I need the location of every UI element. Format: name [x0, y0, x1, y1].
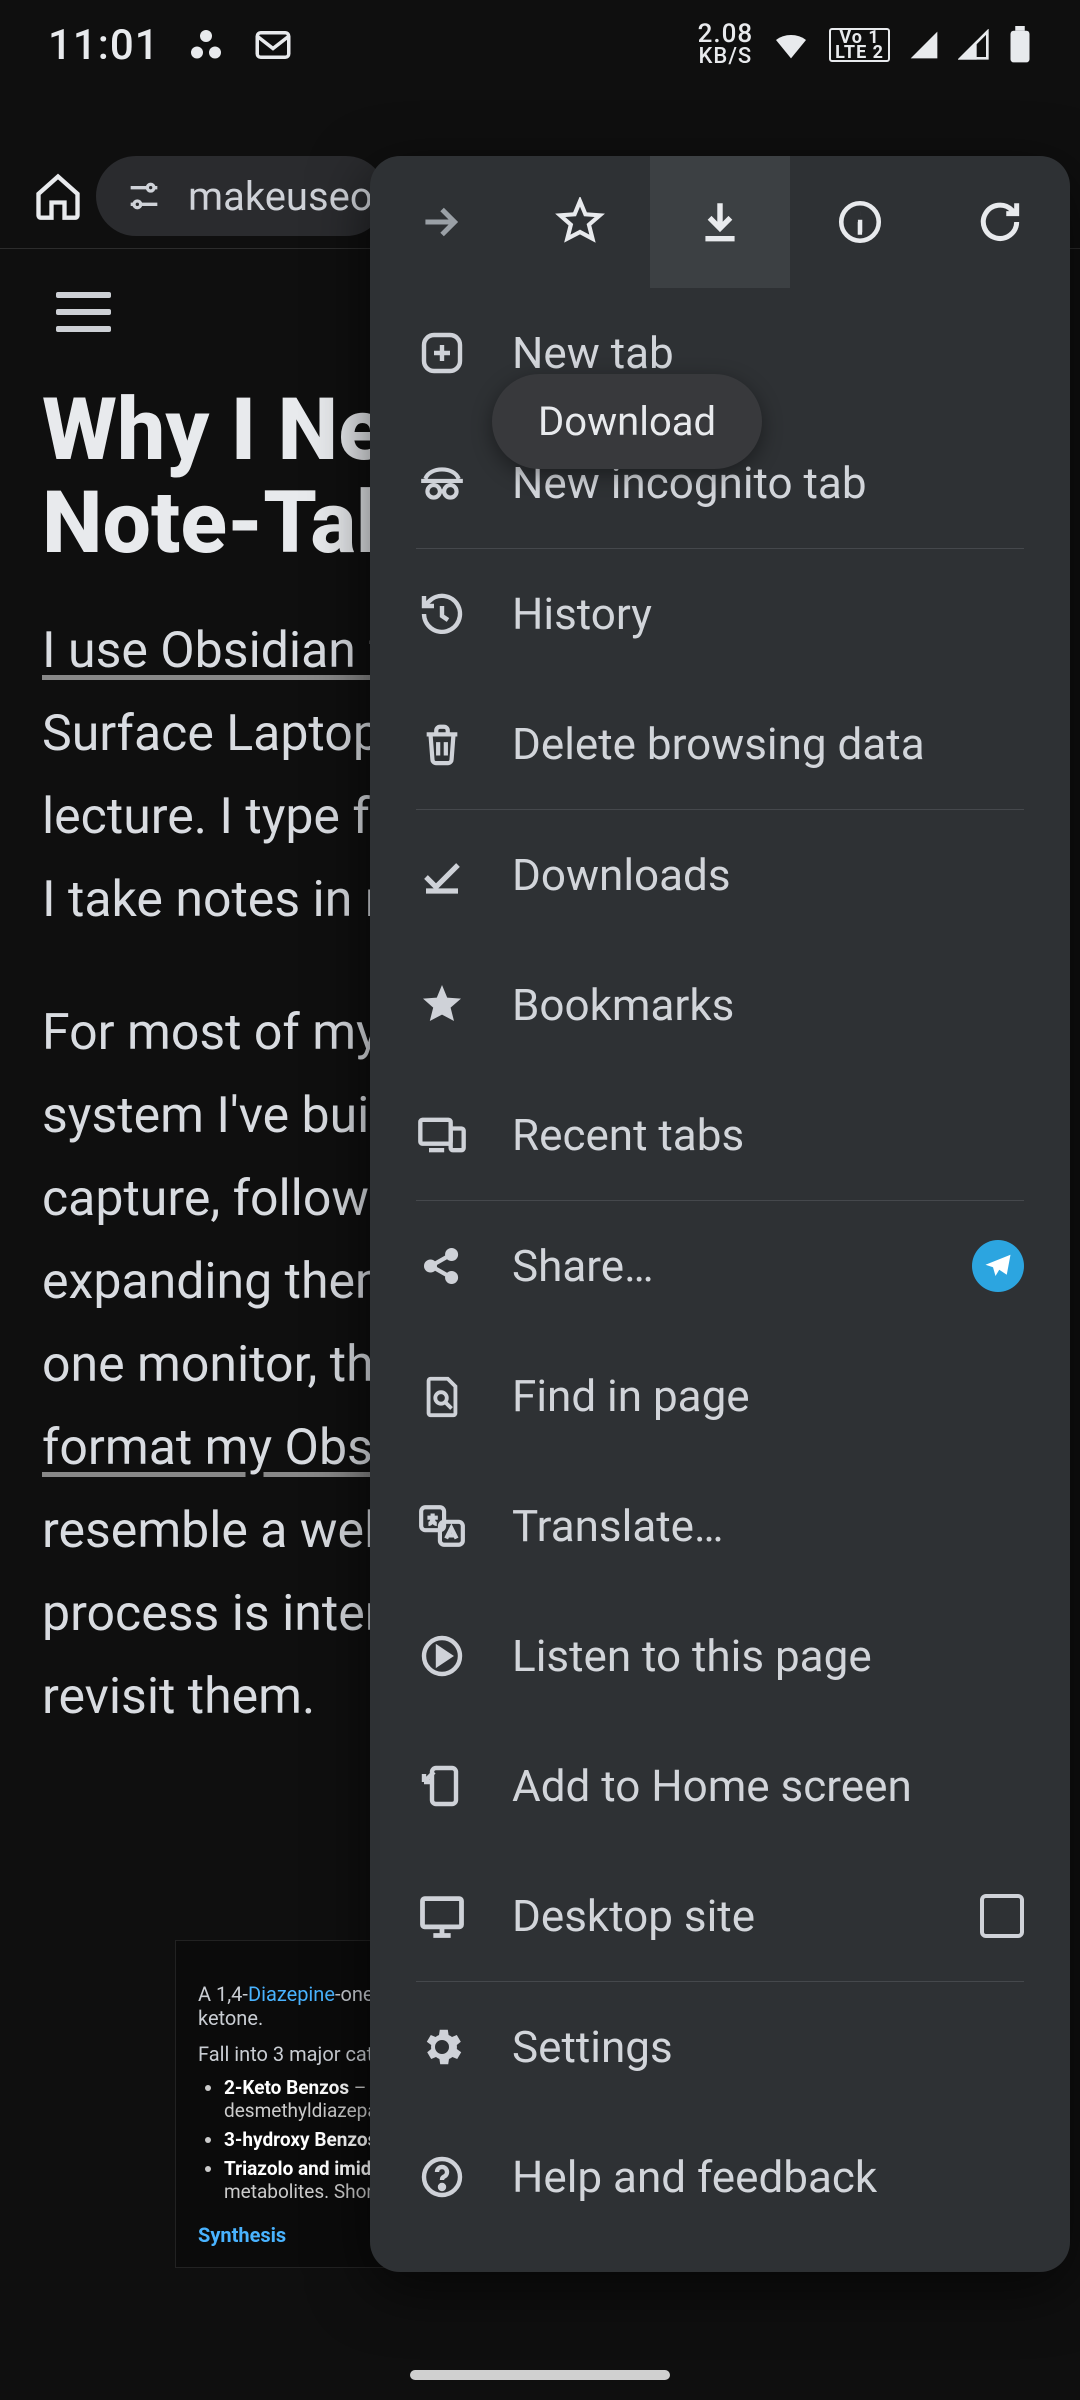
history-icon: [416, 588, 468, 640]
home-button[interactable]: [20, 158, 96, 234]
menu-icon-row: [370, 156, 1070, 288]
signal-2-icon: [958, 29, 990, 61]
site-tune-icon: [124, 176, 164, 216]
menu-item-delete-data[interactable]: Delete browsing data: [370, 679, 1070, 809]
bookmark-button[interactable]: [510, 156, 650, 288]
translate-icon: [416, 1500, 468, 1552]
help-icon: [416, 2151, 468, 2203]
download-button[interactable]: [650, 156, 790, 288]
menu-item-desktop-site[interactable]: Desktop site: [370, 1851, 1070, 1981]
forward-button[interactable]: [370, 156, 510, 288]
add-home-label: Add to Home screen: [512, 1760, 1024, 1812]
history-label: History: [512, 588, 1024, 640]
page-info-button[interactable]: [790, 156, 930, 288]
recent-tabs-label: Recent tabs: [512, 1109, 1024, 1161]
menu-item-help[interactable]: Help and feedback: [370, 2112, 1070, 2242]
menu-item-find-in-page[interactable]: Find in page: [370, 1331, 1070, 1461]
menu-item-bookmarks[interactable]: Bookmarks: [370, 940, 1070, 1070]
network-speed: 2.08 KB/S: [698, 23, 754, 66]
menu-item-settings[interactable]: Settings: [370, 1982, 1070, 2112]
app-indicator-icon: [188, 27, 224, 63]
settings-label: Settings: [512, 2021, 1024, 2073]
menu-item-listen[interactable]: Listen to this page: [370, 1591, 1070, 1721]
downloads-label: Downloads: [512, 849, 1024, 901]
menu-item-recent-tabs[interactable]: Recent tabs: [370, 1070, 1070, 1200]
find-in-page-icon: [416, 1370, 468, 1422]
wifi-icon: [771, 25, 811, 65]
menu-item-share[interactable]: Share…: [370, 1201, 1070, 1331]
download-tooltip: Download: [492, 374, 762, 469]
status-bar: 11:01 2.08 KB/S Vo 1 LTE 2: [0, 0, 1080, 90]
find-label: Find in page: [512, 1370, 1024, 1422]
menu-item-history[interactable]: History: [370, 549, 1070, 679]
signal-1-icon: [908, 29, 940, 61]
hamburger-icon[interactable]: [56, 292, 111, 332]
gmail-icon: [252, 24, 294, 66]
gear-icon: [416, 2021, 468, 2073]
url-text: makeuseo: [188, 173, 373, 220]
reload-button[interactable]: [930, 156, 1070, 288]
help-label: Help and feedback: [512, 2151, 1024, 2203]
menu-item-add-to-home[interactable]: Add to Home screen: [370, 1721, 1070, 1851]
menu-item-translate[interactable]: Translate…: [370, 1461, 1070, 1591]
check-icon: [416, 849, 468, 901]
status-clock: 11:01: [48, 21, 160, 70]
telegram-icon[interactable]: [972, 1240, 1024, 1292]
desktop-label: Desktop site: [512, 1890, 936, 1942]
share-label: Share…: [512, 1240, 928, 1292]
translate-label: Translate…: [512, 1500, 1024, 1552]
overflow-menu: New tab New incognito tab History Delete…: [370, 156, 1070, 2272]
battery-icon: [1008, 26, 1032, 64]
incognito-icon: [416, 457, 468, 509]
new-tab-label: New tab: [512, 327, 1024, 379]
devices-icon: [416, 1109, 468, 1161]
listen-label: Listen to this page: [512, 1630, 1024, 1682]
menu-item-downloads[interactable]: Downloads: [370, 810, 1070, 940]
navigation-gesture-bar[interactable]: [410, 2370, 670, 2380]
plus-box-icon: [416, 327, 468, 379]
lte-badge: Vo 1 LTE 2: [829, 28, 890, 63]
add-to-home-icon: [416, 1760, 468, 1812]
play-circle-icon: [416, 1630, 468, 1682]
desktop-icon: [416, 1890, 468, 1942]
desktop-site-checkbox[interactable]: [980, 1894, 1024, 1938]
trash-icon: [416, 718, 468, 770]
star-icon: [416, 979, 468, 1031]
bookmarks-label: Bookmarks: [512, 979, 1024, 1031]
share-icon: [416, 1240, 468, 1292]
url-bar[interactable]: makeuseo: [96, 156, 386, 236]
delete-data-label: Delete browsing data: [512, 718, 1024, 770]
